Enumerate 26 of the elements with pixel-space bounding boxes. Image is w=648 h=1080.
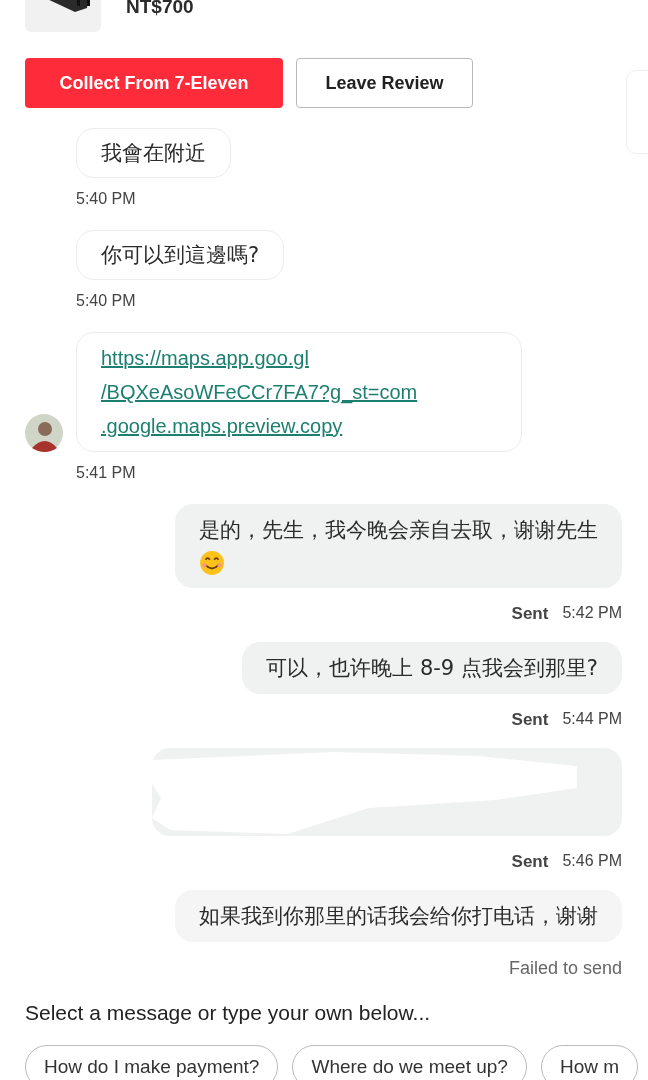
message-bubble: 你可以到這邊嗎?	[76, 230, 285, 280]
message-link[interactable]: https://maps.app.goo.gl	[101, 341, 497, 375]
message-text: 是的，先生，我今晚会亲自去取，谢谢先生	[199, 518, 598, 542]
message-link[interactable]: /BQXeAsoWFeCCr7FA7?g_st=com	[101, 375, 497, 409]
message-status: Sent	[511, 710, 549, 730]
action-button[interactable]: Leave Review	[296, 58, 473, 108]
smiley-icon	[199, 550, 225, 576]
avatar[interactable]	[25, 414, 63, 452]
message-time: 5:41 PM	[76, 464, 137, 482]
suggestion-chip[interactable]: How do I make payment?	[25, 1045, 279, 1080]
message-status: Failed to send	[508, 958, 622, 979]
suggestion-chip[interactable]: How m	[540, 1045, 639, 1080]
message-time: 5:40 PM	[76, 190, 137, 208]
message-status: Sent	[511, 852, 549, 872]
action-button[interactable]: Collect From 7-Eleven	[25, 58, 283, 108]
message-time: 5:42 PM	[562, 604, 622, 623]
message-status: Sent	[511, 604, 549, 624]
prompt-text: Select a message or type your own below...	[25, 1001, 432, 1025]
message-time: 5:46 PM	[562, 852, 622, 871]
suggestion-chip[interactable]: Where do we meet up?	[292, 1045, 527, 1080]
message-link[interactable]: .google.maps.preview.copy	[101, 409, 497, 443]
message-text: 如果我到你那里的话我会给你打电话，谢谢	[199, 904, 598, 928]
message-text: 可以，也许晚上 8-9 点我会到那里?	[266, 656, 598, 680]
message-bubble: 我會在附近	[76, 128, 231, 178]
message-time: 5:44 PM	[562, 710, 622, 729]
message-time: 5:40 PM	[76, 292, 137, 310]
